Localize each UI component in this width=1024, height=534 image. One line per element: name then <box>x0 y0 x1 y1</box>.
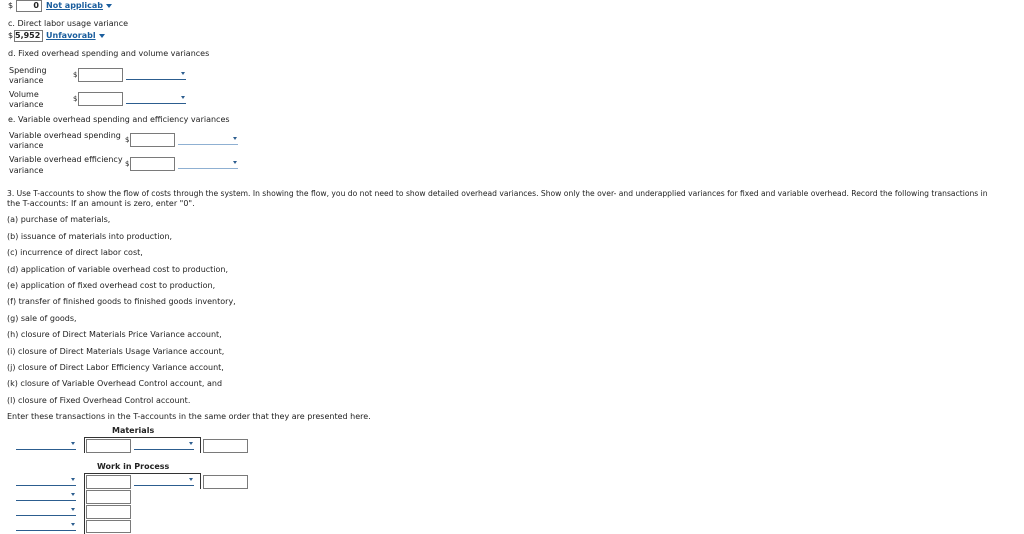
part-b-variance-type-select[interactable]: Not applicab <box>46 1 113 11</box>
wip-debit-amount-input[interactable] <box>86 520 131 533</box>
transaction-item: (h) closure of Direct Materials Price Va… <box>7 330 222 339</box>
wip-debit-account-select[interactable] <box>16 505 76 516</box>
part-c-heading: c. Direct labor usage variance <box>8 19 129 28</box>
var-oh-efficiency-type-select[interactable] <box>178 158 238 169</box>
spending-variance-label-line2: variance <box>9 76 44 85</box>
chevron-down-icon <box>181 72 185 75</box>
transaction-item: (l) closure of Fixed Overhead Control ac… <box>7 396 191 405</box>
t-account-title-work-in-process: Work in Process <box>97 462 170 471</box>
chevron-down-icon <box>71 493 75 496</box>
part-b-select-label: Not applicab <box>46 1 104 10</box>
materials-debit-account-select[interactable] <box>16 439 76 450</box>
wip-debit-account-select[interactable] <box>16 490 76 501</box>
wip-debit-account-select[interactable] <box>16 475 76 486</box>
transaction-item: (g) sale of goods, <box>7 314 77 323</box>
var-oh-spending-label-line2: variance <box>9 141 44 150</box>
volume-variance-amount-input[interactable] <box>78 92 123 106</box>
part-c-select-label: Unfavorabl <box>46 31 96 40</box>
spending-variance-label-line1: Spending <box>9 66 47 75</box>
chevron-down-icon <box>233 137 237 140</box>
chevron-down-icon <box>189 478 193 481</box>
volume-variance-currency: $ <box>73 95 78 103</box>
spending-variance-amount-input[interactable] <box>78 68 123 82</box>
part-c-currency: $ <box>8 31 14 40</box>
t-account-materials-left-rule <box>84 437 85 453</box>
var-oh-efficiency-label-line1: Variable overhead efficiency <box>9 155 123 164</box>
var-oh-spending-currency: $ <box>125 136 130 144</box>
t-account-materials-right-rule <box>200 437 201 453</box>
var-oh-efficiency-label-line2: variance <box>9 166 44 175</box>
var-oh-efficiency-currency: $ <box>125 160 130 168</box>
transaction-item: (c) incurrence of direct labor cost, <box>7 248 143 257</box>
t-account-title-materials: Materials <box>112 426 155 435</box>
question-3-text-line1: 3. Use T-accounts to show the flow of co… <box>7 189 988 198</box>
volume-variance-label-line1: Volume <box>9 90 39 99</box>
wip-debit-amount-input[interactable] <box>86 505 131 519</box>
transaction-item: (k) closure of Variable Overhead Control… <box>7 379 223 388</box>
t-account-instruction: Enter these transactions in the T-accoun… <box>7 412 371 421</box>
chevron-down-icon <box>98 33 105 38</box>
chevron-down-icon <box>71 442 75 445</box>
transaction-item: (j) closure of Direct Labor Efficiency V… <box>7 363 224 372</box>
t-account-wip-left-rule <box>84 473 85 534</box>
var-oh-spending-label-line1: Variable overhead spending <box>9 131 121 140</box>
part-b-currency: $ <box>8 1 14 10</box>
transaction-item: (b) issuance of materials into productio… <box>7 232 173 241</box>
transaction-item: (d) application of variable overhead cos… <box>7 265 229 274</box>
part-c-amount-field[interactable]: 5,952 <box>14 30 43 42</box>
spending-variance-currency: $ <box>73 71 78 79</box>
part-e-heading: e. Variable overhead spending and effici… <box>8 115 230 124</box>
chevron-down-icon <box>71 523 75 526</box>
chevron-down-icon <box>233 161 237 164</box>
t-account-wip-right-rule <box>200 473 201 489</box>
transaction-item: (e) application of fixed overhead cost t… <box>7 281 216 290</box>
var-oh-spending-amount-input[interactable] <box>130 133 175 147</box>
var-oh-spending-type-select[interactable] <box>178 134 238 145</box>
part-c-variance-type-select[interactable]: Unfavorabl <box>46 31 105 41</box>
volume-variance-type-select[interactable] <box>126 93 186 104</box>
part-d-heading: d. Fixed overhead spending and volume va… <box>8 49 210 58</box>
wip-debit-account-select[interactable] <box>16 520 76 531</box>
t-account-materials-rule <box>84 437 200 438</box>
part-b-amount-field[interactable]: 0 <box>16 0 42 12</box>
transaction-item: (f) transfer of finished goods to finish… <box>7 297 236 306</box>
wip-debit-amount-input[interactable] <box>86 490 131 504</box>
wip-debit-amount-input[interactable] <box>86 475 131 489</box>
spending-variance-type-select[interactable] <box>126 69 186 80</box>
chevron-down-icon <box>189 442 193 445</box>
transaction-item: (i) closure of Direct Materials Usage Va… <box>7 347 225 356</box>
materials-credit-account-select[interactable] <box>134 439 194 450</box>
wip-credit-amount-input[interactable] <box>203 475 248 489</box>
question-3-text-line2: the T-accounts: If an amount is zero, en… <box>7 199 195 208</box>
materials-debit-amount-input[interactable] <box>86 439 131 453</box>
chevron-down-icon <box>71 478 75 481</box>
materials-credit-amount-input[interactable] <box>203 439 248 453</box>
volume-variance-label-line2: variance <box>9 100 44 109</box>
wip-credit-account-select[interactable] <box>134 475 194 486</box>
t-account-wip-rule <box>84 473 200 474</box>
var-oh-efficiency-amount-input[interactable] <box>130 157 175 171</box>
chevron-down-icon <box>71 508 75 511</box>
chevron-down-icon <box>106 3 113 8</box>
chevron-down-icon <box>181 96 185 99</box>
transaction-item: (a) purchase of materials, <box>7 215 111 224</box>
